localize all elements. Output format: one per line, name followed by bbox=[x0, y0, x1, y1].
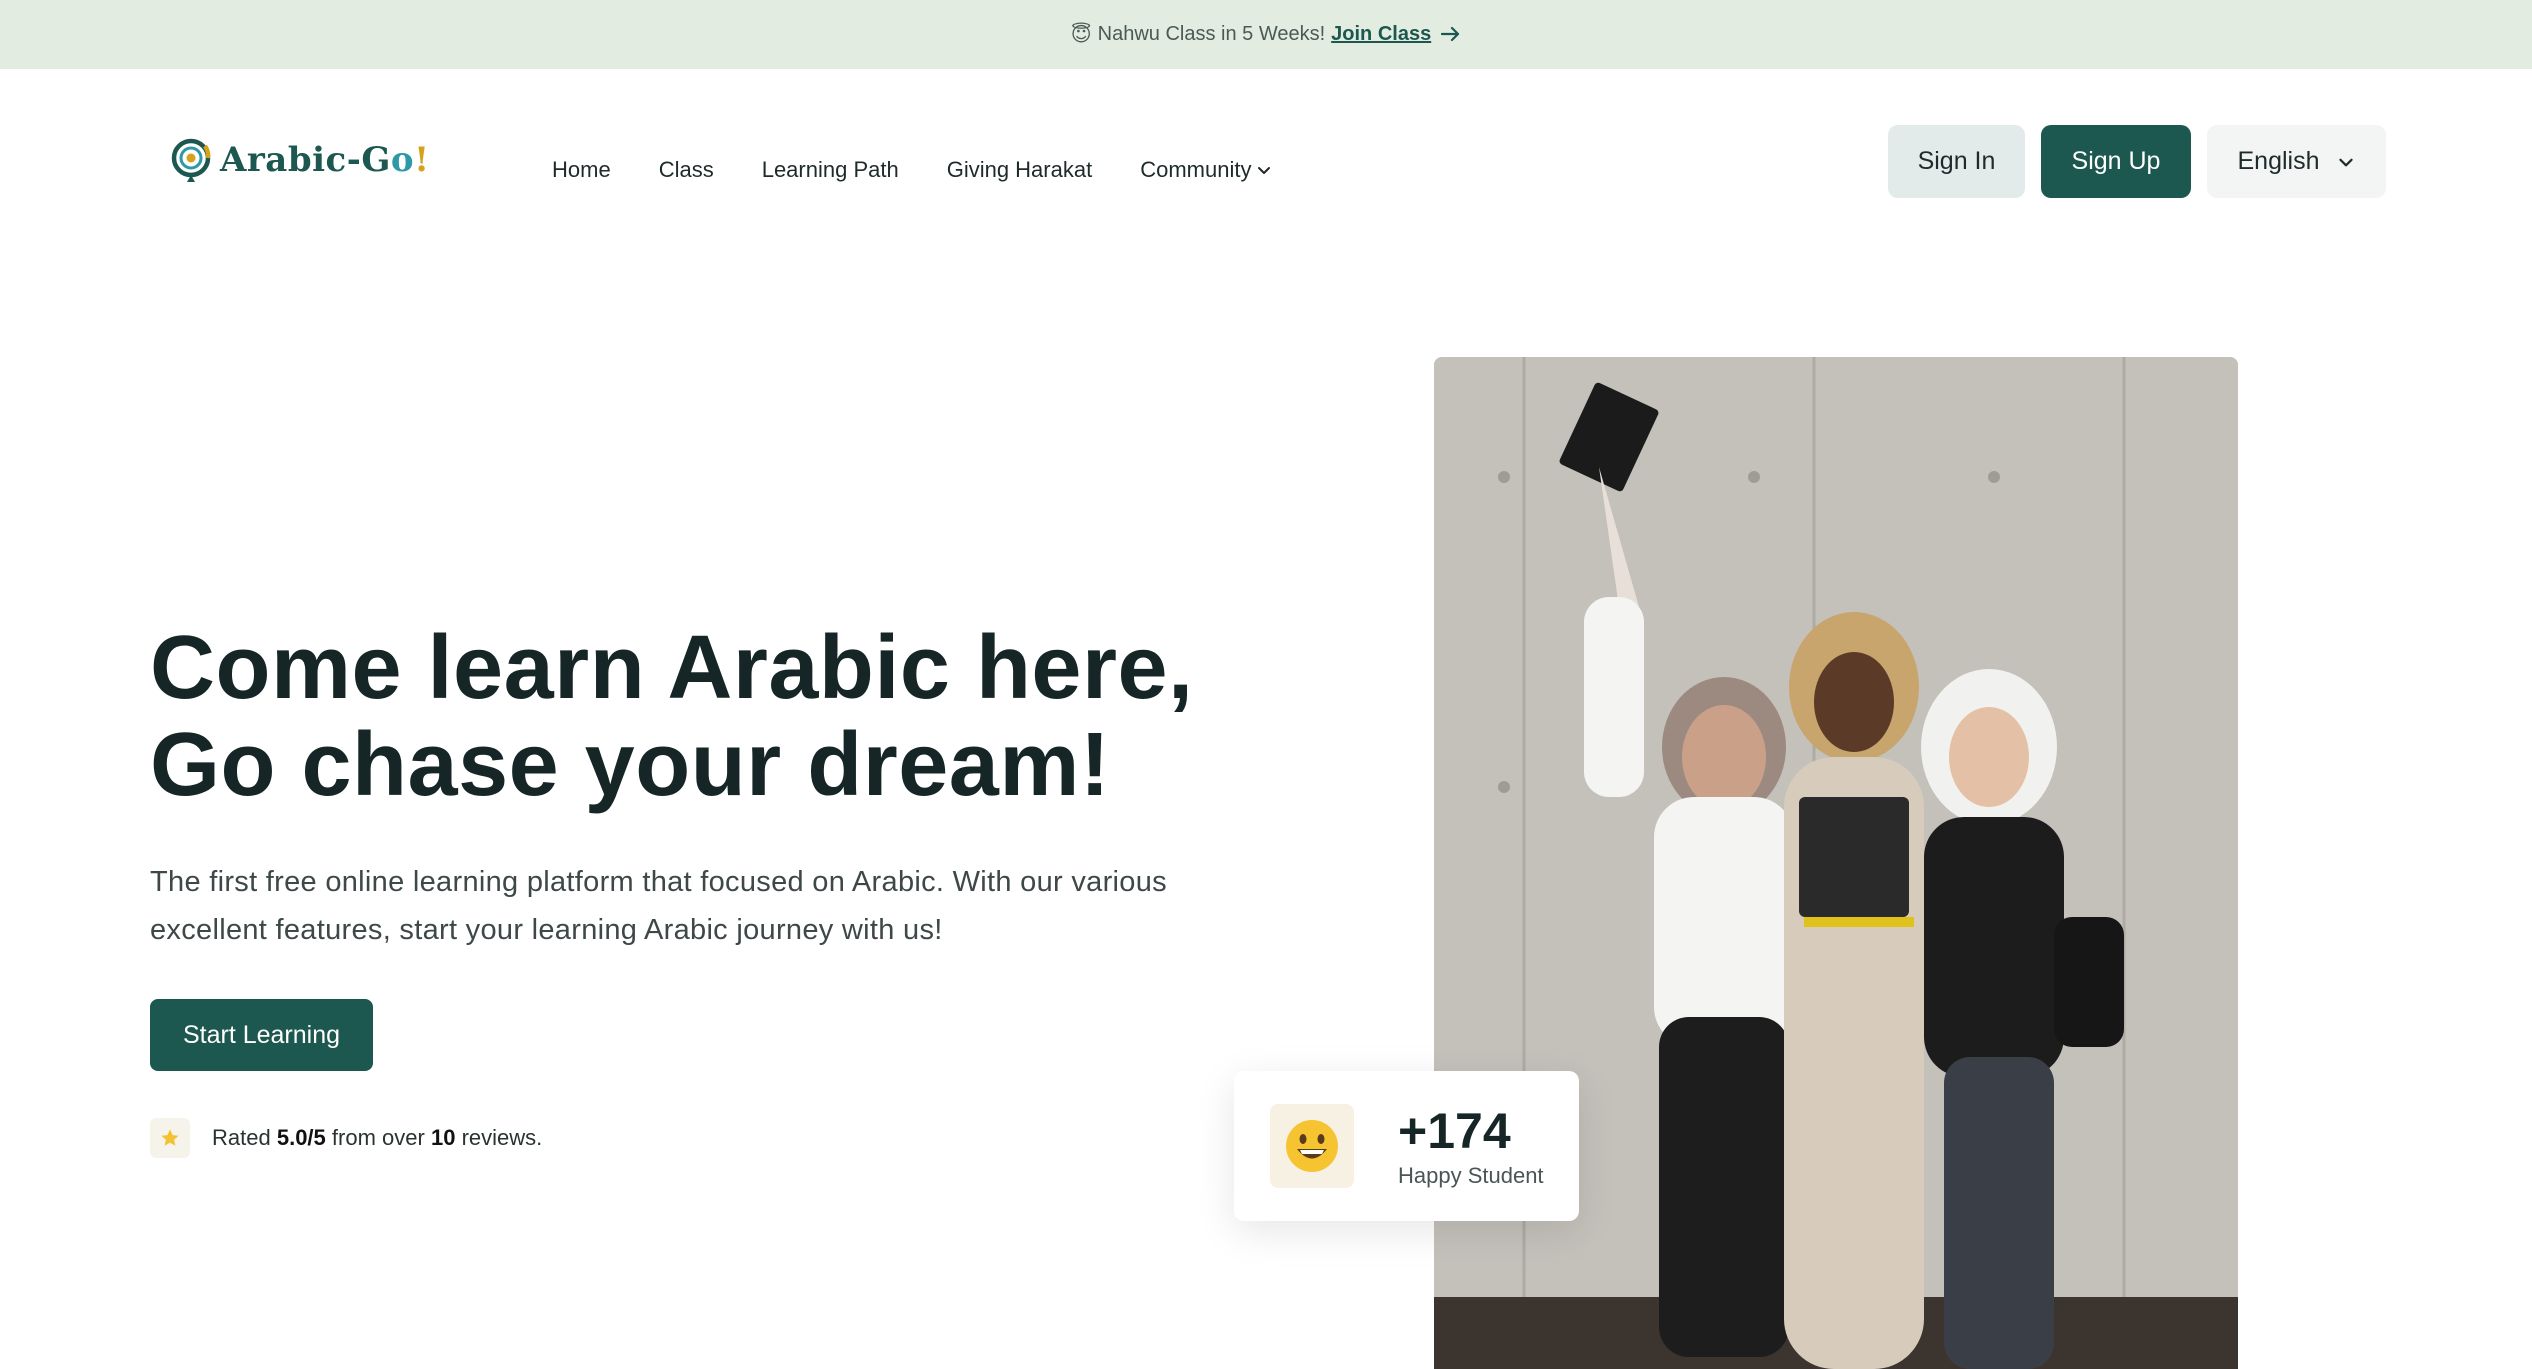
site-header: Arabic-Go! Home Class Learning Path Givi… bbox=[0, 69, 2532, 253]
nav-learning-path[interactable]: Learning Path bbox=[762, 157, 899, 183]
nav-community-dropdown[interactable]: Community bbox=[1140, 157, 1273, 183]
language-label: English bbox=[2237, 147, 2320, 175]
rating-summary: Rated 5.0/5 from over 10 reviews. bbox=[150, 1117, 542, 1159]
brand-name-part1: Arabic-G bbox=[220, 140, 391, 180]
start-learning-button[interactable]: Start Learning bbox=[150, 999, 373, 1071]
rating-count: 10 bbox=[430, 1125, 456, 1150]
happy-student-card: +174 Happy Student bbox=[1234, 1071, 1579, 1221]
nav-community-label: Community bbox=[1140, 157, 1252, 182]
star-icon bbox=[150, 1118, 190, 1158]
brand-name-part2: o bbox=[390, 140, 415, 180]
page: 😇 Nahwu Class in 5 Weeks! Join Class Ara… bbox=[0, 0, 2532, 1369]
sign-up-button[interactable]: Sign Up bbox=[2041, 125, 2191, 198]
hero-title-line-1: Come learn Arabic here, bbox=[150, 618, 1194, 718]
announcement-bar: 😇 Nahwu Class in 5 Weeks! Join Class bbox=[0, 0, 2532, 69]
halo-emoji-icon: 😇 bbox=[1070, 24, 1092, 46]
brand-logo[interactable]: Arabic-Go! bbox=[170, 135, 430, 185]
arrow-right-icon[interactable] bbox=[1441, 22, 1461, 48]
hero-title: Come learn Arabic here, Go chase your dr… bbox=[150, 620, 1194, 814]
stat-label: Happy Student bbox=[1398, 1163, 1544, 1188]
star-icon-svg bbox=[161, 1129, 179, 1146]
rating-suffix: reviews. bbox=[461, 1125, 543, 1150]
hero-description: The first free online learning platform … bbox=[150, 866, 1167, 946]
compass-logo-icon bbox=[171, 138, 211, 182]
main-nav: Home Class Learning Path Giving Harakat … bbox=[552, 147, 1273, 193]
chevron-down-icon bbox=[1258, 167, 1271, 174]
arrow-right-icon-svg bbox=[1441, 26, 1460, 41]
join-class-link[interactable]: Join Class bbox=[1331, 23, 1431, 46]
smiley-icon bbox=[1270, 1104, 1354, 1188]
announcement-text: Nahwu Class in 5 Weeks! bbox=[1097, 23, 1326, 45]
rating-middle: from over bbox=[331, 1125, 425, 1150]
nav-giving-harakat[interactable]: Giving Harakat bbox=[947, 157, 1093, 183]
brand-name: Arabic-Go! bbox=[220, 140, 430, 180]
sign-in-button[interactable]: Sign In bbox=[1888, 125, 2025, 198]
nav-home[interactable]: Home bbox=[552, 157, 611, 183]
language-select[interactable]: English bbox=[2207, 125, 2386, 198]
stat-value: +174 bbox=[1398, 1103, 1511, 1159]
stat-text: +174 Happy Student bbox=[1398, 1103, 1544, 1189]
nav-class[interactable]: Class bbox=[659, 157, 714, 183]
rating-score: 5.0/5 bbox=[276, 1125, 326, 1150]
rating-prefix: Rated bbox=[212, 1125, 271, 1150]
hero-title-line-2: Go chase your dream! bbox=[150, 715, 1111, 815]
chevron-down-icon bbox=[2338, 158, 2353, 166]
smiley-icon-svg bbox=[1286, 1120, 1338, 1172]
header-actions: Sign In Sign Up English bbox=[1888, 125, 2386, 198]
brand-name-part3: ! bbox=[414, 140, 430, 180]
